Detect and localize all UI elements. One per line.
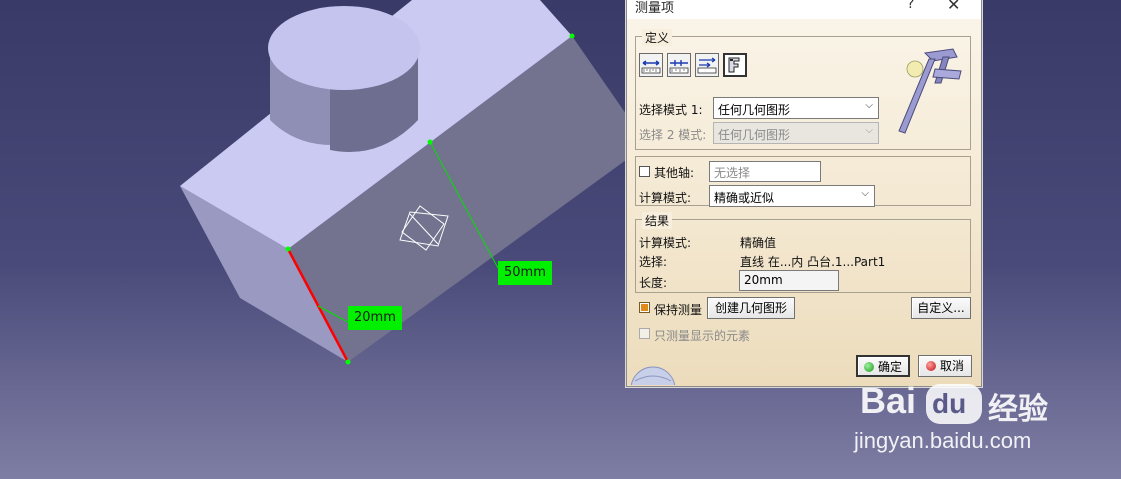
result-selection-label: 选择:	[639, 255, 668, 269]
cancel-label: 取消	[939, 359, 964, 373]
chevron-down-icon: ⌵	[865, 125, 873, 136]
measure-item-dialog: 测量项 ? ✕ 定义 选择模式 1: 任何几何图形 ⌵ 选择 2 模式: 任何几…	[626, 0, 982, 387]
watermark-brand-left: Bai	[860, 380, 917, 421]
select-mode-2-value: 任何几何图形	[718, 128, 791, 142]
dialog-titlebar[interactable]: 测量项 ? ✕	[627, 0, 981, 19]
result-length-field[interactable]: 20mm	[739, 270, 839, 291]
dialog-title: 测量项	[635, 1, 675, 16]
other-axis-placeholder: 无选择	[714, 166, 751, 180]
select-mode-1-value: 任何几何图形	[718, 103, 791, 117]
dimension-label-20mm: 20mm	[348, 306, 402, 330]
result-length-label: 长度:	[639, 276, 668, 290]
watermark-brand-right: 经验	[988, 392, 1048, 427]
globe-icon	[630, 366, 676, 385]
caliper-icon	[898, 48, 962, 134]
definition-legend: 定义	[642, 29, 673, 46]
edge-point	[345, 359, 351, 365]
measure-fan-icon[interactable]	[695, 53, 719, 77]
customize-button[interactable]: 自定义...	[911, 297, 971, 319]
calc-mode-dropdown[interactable]: 精确或近似 ⌵	[709, 185, 875, 207]
cancel-button[interactable]: 取消	[918, 355, 972, 377]
result-selection-value: 直线 在...内 凸台.1...Part1	[740, 255, 886, 269]
select-mode-2-dropdown[interactable]: 任何几何图形 ⌵	[713, 122, 879, 144]
edge-point	[427, 139, 433, 145]
chevron-down-icon: ⌵	[865, 100, 873, 111]
measure-chain-icon[interactable]	[667, 53, 691, 77]
close-icon[interactable]: ✕	[947, 0, 960, 14]
keep-measure-label: 保持测量	[654, 303, 703, 317]
measure-between-icon[interactable]	[639, 53, 663, 77]
watermark-brand-mid: du	[932, 388, 967, 419]
ok-icon	[863, 362, 874, 372]
result-length-value: 20mm	[744, 273, 783, 287]
ok-button[interactable]: 确定	[856, 355, 910, 377]
watermark-url: jingyan.baidu.com	[854, 428, 1032, 453]
other-axis-label: 其他轴:	[654, 166, 695, 180]
create-geometry-button[interactable]: 创建几何图形	[707, 297, 795, 319]
result-calc-mode-label: 计算模式:	[639, 236, 692, 250]
select-mode-2-label: 选择 2 模式:	[639, 128, 707, 142]
ok-label: 确定	[877, 360, 902, 374]
keep-measure-checkbox[interactable]	[639, 302, 650, 313]
result-calc-mode-value: 精确值	[740, 236, 777, 250]
measure-item-icon[interactable]	[723, 53, 747, 77]
cylinder-boss	[268, 6, 420, 152]
dimension-label-50mm: 50mm	[498, 261, 552, 285]
only-visible-label: 只测量显示的元素	[654, 329, 751, 343]
result-legend: 结果	[642, 212, 673, 229]
help-icon[interactable]: ?	[907, 0, 914, 12]
baidu-watermark: Bai du 经验 jingyan.baidu.com	[854, 380, 1080, 460]
chevron-down-icon: ⌵	[861, 188, 869, 199]
edge-point	[285, 246, 291, 252]
calc-mode-label: 计算模式:	[639, 191, 692, 205]
select-mode-1-label: 选择模式 1:	[639, 103, 703, 117]
only-visible-checkbox[interactable]	[639, 328, 650, 339]
select-mode-1-dropdown[interactable]: 任何几何图形 ⌵	[713, 97, 879, 119]
cancel-icon	[925, 361, 936, 371]
edge-point	[569, 33, 575, 39]
calc-mode-value: 精确或近似	[714, 191, 775, 205]
other-axis-field[interactable]: 无选择	[709, 161, 821, 182]
other-axis-checkbox[interactable]	[639, 166, 650, 177]
